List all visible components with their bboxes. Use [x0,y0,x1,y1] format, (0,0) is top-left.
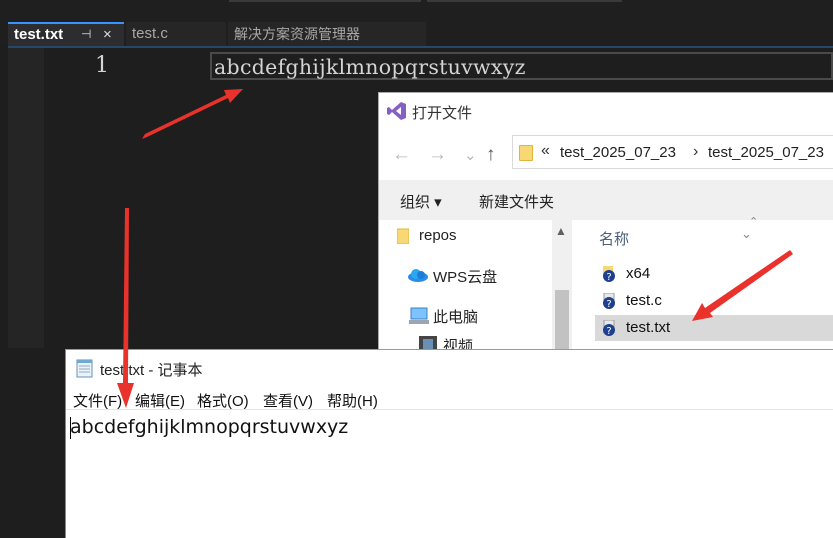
tab-label: test.txt [14,26,64,43]
svg-text:?: ? [606,272,611,282]
file-name: x64 [626,265,651,282]
nav-item-repos[interactable]: repos [397,227,457,244]
notepad-window: test.txt - 记事本 文件(F) 编辑(E) 格式(O) 查看(V) 帮… [65,349,833,538]
nav-item-this-pc[interactable]: 此电脑 [409,306,479,327]
file-row-test-txt[interactable]: ? test.txt [595,315,833,341]
notepad-text-area[interactable]: abcdefghijklmnopqrstuvwxyz [67,411,833,538]
column-dropdown-chevron-icon[interactable]: ⌄ [741,226,752,242]
computer-icon [409,307,429,324]
top-block [427,0,622,2]
tab-test-c[interactable]: test.c [126,22,226,46]
address-bar[interactable]: « test_2025_07_23 › test_2025_07_23 [512,135,833,169]
help-file-icon: ? [603,320,615,336]
close-icon[interactable]: × [103,24,112,45]
nav-item-label: repos [419,227,457,244]
menu-view[interactable]: 查看(V) [263,390,313,411]
file-name: test.c [626,292,662,309]
line-number: 1 [95,53,109,78]
navigation-pane: repos WPS云盘 此电脑 视频 [379,220,572,355]
nav-pane-scrollbar[interactable]: ▲ [552,220,572,353]
column-header-name[interactable]: 名称 [599,228,629,249]
editor-gutter [8,48,44,348]
tab-test-txt[interactable]: test.txt ⊣ × [8,22,124,46]
scroll-up-arrow-icon[interactable]: ▲ [555,224,567,238]
notepad-icon [76,359,93,378]
dialog-title-bar: 打开文件 [379,93,833,129]
title-strip [0,0,833,22]
address-overflow-chevron[interactable]: « [541,142,550,160]
open-file-dialog: 打开文件 ← → ⌄ ↑ « test_2025_07_23 › test_20… [378,92,833,355]
help-file-icon: ? [603,293,615,309]
folder-icon [397,228,409,244]
dialog-title: 打开文件 [412,105,473,122]
file-row-x64[interactable]: ? x64 [595,261,833,287]
notepad-content: abcdefghijklmnopqrstuvwxyz [70,416,349,438]
menu-edit[interactable]: 编辑(E) [135,390,185,411]
notepad-menu-bar: 文件(F) 编辑(E) 格式(O) 查看(V) 帮助(H) [66,387,833,410]
dialog-toolbar: 组织 ▾ 新建文件夹 [379,180,833,220]
cloud-icon [408,269,428,282]
folder-icon [519,145,533,161]
nav-item-label: WPS云盘 [433,269,498,286]
forward-arrow-icon[interactable]: → [428,144,447,166]
help-file-icon: ? [603,266,615,282]
tab-label: 解决方案资源管理器 [234,26,360,42]
menu-format[interactable]: 格式(O) [197,390,249,411]
file-row-test-c[interactable]: ? test.c [595,288,833,314]
nav-item-wps-cloud[interactable]: WPS云盘 [408,266,498,287]
up-arrow-icon[interactable]: ↑ [486,144,496,166]
menu-file[interactable]: 文件(F) [73,390,122,411]
svg-text:?: ? [606,299,611,309]
top-block [229,0,421,2]
notepad-title-bar: test.txt - 记事本 [66,350,833,386]
visual-studio-icon [387,102,406,120]
menu-help[interactable]: 帮助(H) [327,390,378,411]
scrollbar-thumb[interactable] [555,290,569,353]
back-arrow-icon[interactable]: ← [392,144,411,166]
breadcrumb-item[interactable]: test_2025_07_23 [560,144,676,161]
new-folder-button[interactable]: 新建文件夹 [479,191,554,212]
breadcrumb-item[interactable]: test_2025_07_23 [708,144,824,161]
code-line-text[interactable]: abcdefghijklmnopqrstuvwxyz [214,55,526,79]
file-name: test.txt [626,319,671,336]
nav-item-label: 此电脑 [433,309,479,326]
tab-label: test.c [132,25,168,42]
editor-tab-bar: test.txt ⊣ × test.c 解决方案资源管理器 [0,22,833,46]
pin-icon[interactable]: ⊣ [81,24,91,45]
organize-button[interactable]: 组织 ▾ [400,191,442,212]
notepad-title: test.txt - 记事本 [100,362,203,379]
recent-locations-chevron-icon[interactable]: ⌄ [464,146,477,164]
svg-text:?: ? [606,326,611,336]
breadcrumb-separator[interactable]: › [693,143,698,161]
tab-solution-explorer[interactable]: 解决方案资源管理器 [228,22,426,46]
